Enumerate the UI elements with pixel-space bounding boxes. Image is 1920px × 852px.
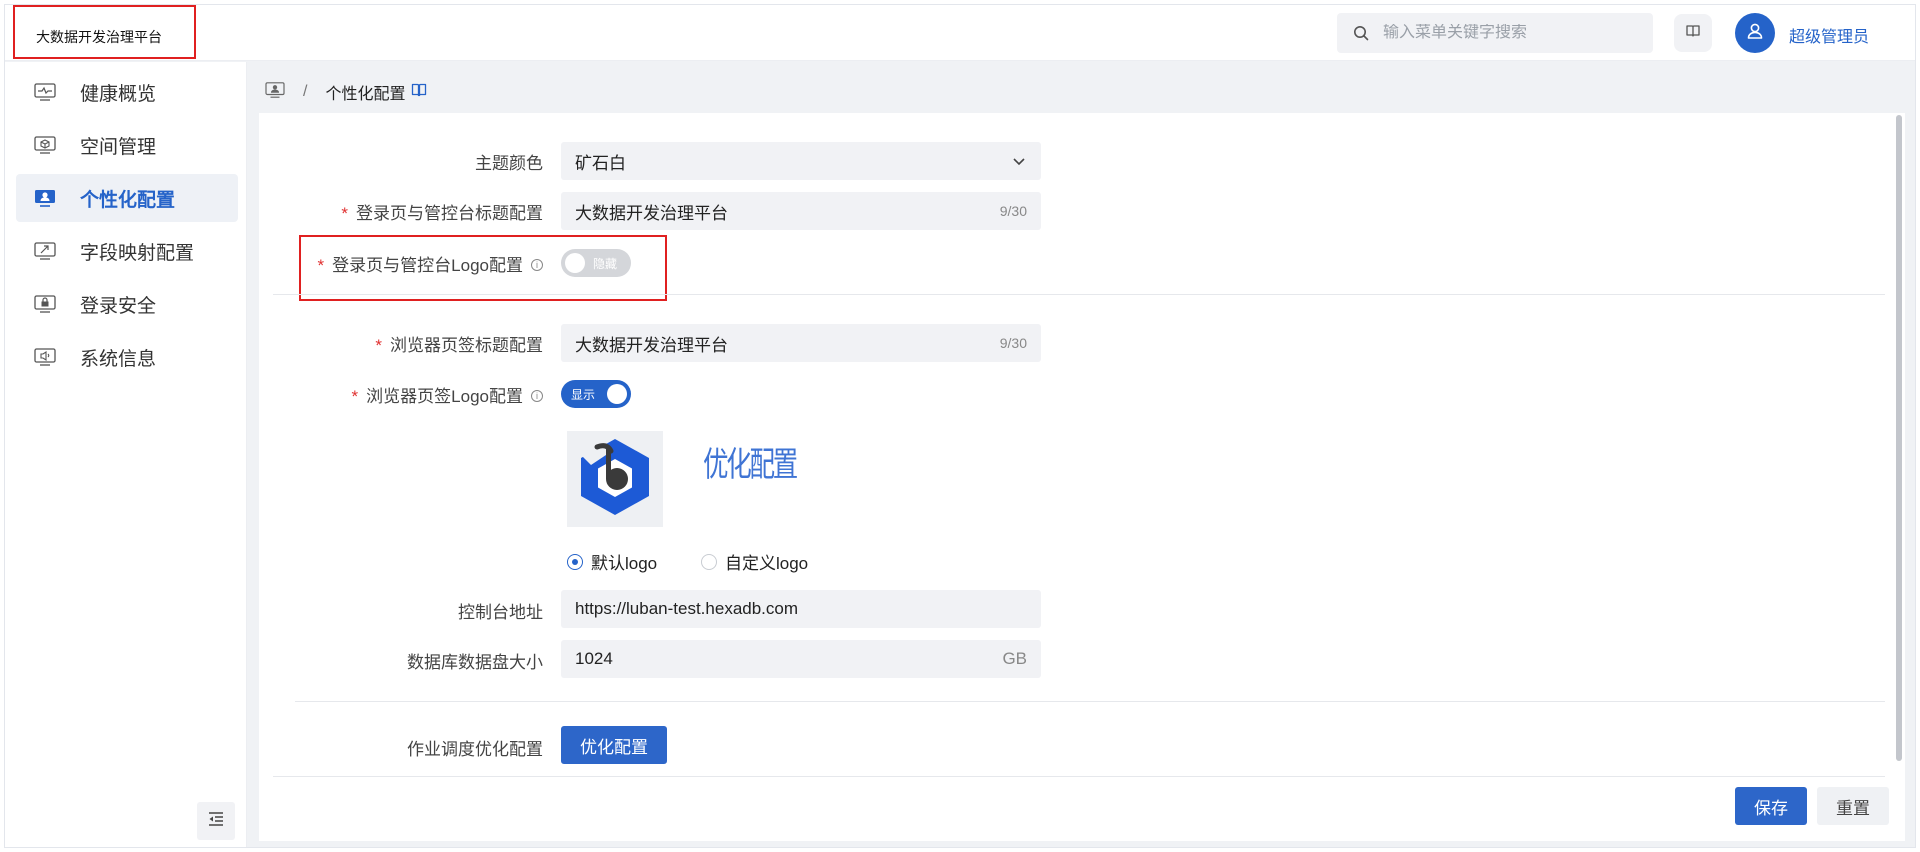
chevron-down-icon [1011,153,1027,169]
logo-preview-tile [567,431,663,527]
sidebar-item-label: 个性化配置 [80,189,176,211]
login-logo-label: * 登录页与管控台Logo配置 i [259,251,543,276]
mapping-monitor-icon [34,240,56,262]
username-link[interactable]: 超级管理员 [1789,23,1869,47]
unit-suffix: GB [1002,649,1027,668]
personalize-monitor-icon [34,187,56,209]
menu-search[interactable] [1337,13,1653,53]
book-icon [1685,23,1701,44]
sidebar-item-login-security[interactable]: 登录安全 [16,280,238,328]
breadcrumb-current: 个性化配置 [325,86,406,103]
radio-custom-logo[interactable]: 自定义logo [701,549,808,574]
radio-label: 默认logo [591,554,658,573]
radio-dot [701,553,717,570]
console-url-value: https://luban-test.hexadb.com [575,599,799,618]
sidebar-item-system-info[interactable]: 系统信息 [16,333,238,381]
tab-title-input[interactable]: 大数据开发治理平台 9/30 [561,324,1041,362]
sidebar-item-label: 空间管理 [80,136,157,158]
section-divider [273,294,1885,295]
radio-default-logo[interactable]: 默认logo [567,549,657,574]
footer-divider [273,776,1885,777]
sidebar-item-label: 系统信息 [80,348,157,370]
switch-text: 隐藏 [593,256,618,271]
reset-button[interactable]: 重置 [1817,787,1889,825]
sidebar-item-label: 字段映射配置 [80,242,195,264]
top-header: 大数据开发治理平台 超级管理员 [5,5,1915,61]
speaker-monitor-icon [34,346,56,368]
lock-monitor-icon [34,293,56,315]
tab-logo-label: * 浏览器页签Logo配置 i [259,382,543,407]
collapse-sidebar-button[interactable] [197,802,235,840]
hexagon-logo-icon [569,431,661,528]
sidebar: 健康概览 空间管理 个性化配置 字段映射配置 登录安全 系统信息 [5,62,247,847]
pulse-monitor-icon [34,81,56,103]
logo-preview-text: 优化配置 [703,445,798,485]
app-window: 大数据开发治理平台 超级管理员 健康概览 [4,4,1916,848]
login-logo-switch[interactable]: 隐藏 [561,249,631,277]
cube-monitor-icon [34,134,56,156]
brand-title-box[interactable]: 大数据开发治理平台 [13,5,196,59]
disk-size-label: 数据库数据盘大小 [407,653,543,672]
switch-knob [565,253,585,273]
console-url-label: 控制台地址 [458,603,543,622]
save-button[interactable]: 保存 [1735,787,1807,825]
breadcrumb-separator: / [303,83,308,100]
switch-knob [607,384,627,404]
breadcrumb: / 个性化配置 [265,77,427,107]
info-icon: i [531,258,543,271]
radio-label: 自定义logo [725,554,809,573]
collapse-menu-icon [207,811,225,832]
login-title-input[interactable]: 大数据开发治理平台 9/30 [561,192,1041,230]
brand-title: 大数据开发治理平台 [36,29,162,45]
optimize-config-button[interactable]: 优化配置 [561,726,667,764]
tab-title-value: 大数据开发治理平台 [575,335,728,355]
search-input[interactable] [1383,24,1633,42]
console-url-input[interactable]: https://luban-test.hexadb.com [561,590,1041,628]
doc-book-icon[interactable] [411,82,427,103]
theme-color-value: 矿石白 [575,153,626,173]
info-icon: i [531,389,543,402]
search-icon [1351,23,1371,43]
avatar[interactable] [1735,13,1775,53]
login-title-value: 大数据开发治理平台 [575,203,728,223]
disk-size-value: 1024 [575,649,613,668]
personalize-monitor-icon[interactable] [265,81,285,104]
user-icon [1745,21,1765,46]
char-counter: 9/30 [999,203,1027,219]
disk-size-input[interactable]: 1024 GB [561,640,1041,678]
scrollbar-thumb[interactable] [1896,115,1902,761]
login-title-label: * 登录页与管控台标题配置 [341,204,543,223]
section-divider [295,701,1885,702]
sidebar-item-health[interactable]: 健康概览 [16,68,238,116]
switch-text: 显示 [571,387,596,402]
job-schedule-label: 作业调度优化配置 [407,740,543,759]
sidebar-item-label: 登录安全 [80,295,157,317]
sidebar-item-space[interactable]: 空间管理 [16,121,238,169]
char-counter: 9/30 [999,335,1027,351]
sidebar-item-field-mapping[interactable]: 字段映射配置 [16,227,238,275]
docs-button[interactable] [1674,14,1712,52]
sidebar-item-personalize[interactable]: 个性化配置 [16,174,238,222]
settings-card: 主题颜色 矿石白 * 登录页与管控台标题配置 大数据开发治理平台 9/30 * 登录… [259,113,1905,841]
theme-color-select[interactable]: 矿石白 [561,142,1041,180]
radio-dot [567,553,583,570]
tab-title-label: * 浏览器页签标题配置 [375,336,543,355]
theme-color-label: 主题颜色 [475,154,543,173]
sidebar-item-label: 健康概览 [80,83,157,105]
tab-logo-switch[interactable]: 显示 [561,380,631,408]
